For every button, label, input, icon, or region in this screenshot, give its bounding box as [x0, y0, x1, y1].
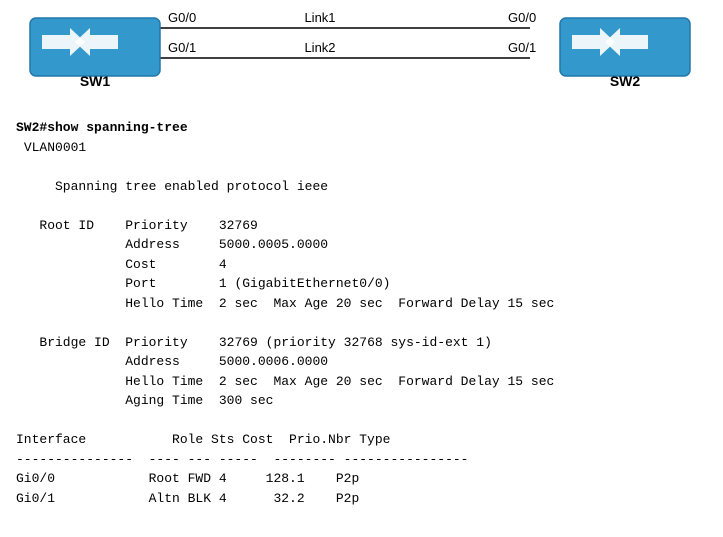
sw2-g01-label: G0/1: [508, 40, 536, 55]
bridge-hello: 2 sec Max Age 20 sec Forward Delay 15 se…: [219, 374, 554, 389]
table-divider: --------------- ---- --- ----- -------- …: [16, 452, 468, 467]
terminal-text: SW2#show spanning-tree VLAN0001 Spanning…: [16, 118, 707, 508]
bridge-aging: 300 sec: [219, 393, 274, 408]
sw2-text: SW2: [610, 73, 641, 89]
table-header: Interface Role Sts Cost Prio.Nbr Type: [16, 432, 390, 447]
bridge-address: 5000.0006.0000: [219, 354, 328, 369]
sw1-g00-label: G0/0: [168, 10, 196, 25]
root-port: 1 (GigabitEthernet0/0): [219, 276, 391, 291]
link1-label: Link1: [304, 10, 335, 25]
root-hello: 2 sec Max Age 20 sec Forward Delay 15 se…: [219, 296, 554, 311]
link2-label: Link2: [304, 40, 335, 55]
network-diagram: G0/0 G0/1 Link1 Link2 G0/0 G0/1 SW1 SW2: [0, 0, 723, 110]
root-address: 5000.0005.0000: [219, 237, 328, 252]
protocol-line: Spanning tree enabled protocol ieee: [39, 179, 328, 194]
vlan-label: VLAN0001: [24, 140, 86, 155]
terminal-output: SW2#show spanning-tree VLAN0001 Spanning…: [0, 110, 723, 516]
table-row-gi00: Gi0/0 Root FWD 4 128.1 P2p: [16, 471, 359, 486]
bridge-priority: 32769 (priority 32768 sys-id-ext 1): [219, 335, 492, 350]
command-line: SW2#show spanning-tree: [16, 120, 188, 135]
sw2-g00-label: G0/0: [508, 10, 536, 25]
sw1-text: SW1: [80, 73, 111, 89]
table-row-gi01: Gi0/1 Altn BLK 4 32.2 P2p: [16, 491, 359, 506]
sw1-g01-label: G0/1: [168, 40, 196, 55]
root-priority: 32769: [219, 218, 258, 233]
root-cost: 4: [219, 257, 227, 272]
